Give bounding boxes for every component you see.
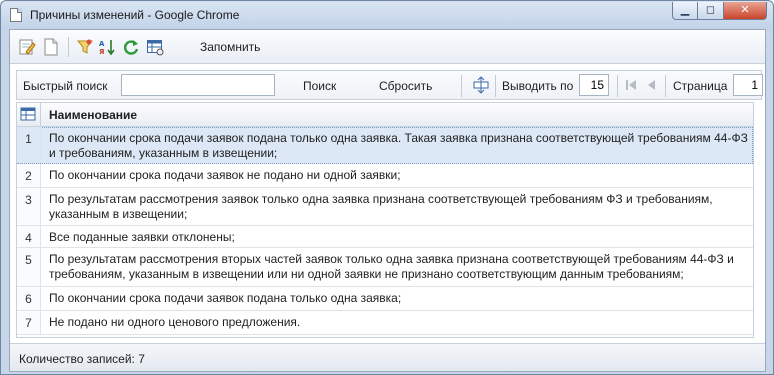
search-separator	[495, 75, 496, 97]
page-input[interactable]	[733, 74, 763, 96]
table-header: Наименование	[17, 103, 753, 127]
quick-search-input[interactable]	[121, 74, 275, 96]
columns-icon[interactable]	[472, 76, 490, 94]
maximize-button[interactable]: ◻	[698, 2, 724, 20]
row-text: Не подано ни одного ценового предложения…	[49, 315, 301, 329]
filter-icon[interactable]	[76, 38, 94, 56]
page-label: Страница	[673, 79, 728, 93]
row-text: По результатам рассмотрения вторых часте…	[49, 252, 734, 281]
row-number: 1	[17, 127, 41, 163]
table-row[interactable]: 2 По окончании срока подачи заявок не по…	[17, 164, 753, 188]
table-settings-icon[interactable]	[146, 38, 164, 56]
edit-icon[interactable]	[18, 38, 36, 56]
quick-search-label: Быстрый поиск	[23, 79, 108, 93]
table-row[interactable]: 5 По результатам рассмотрения вторых час…	[17, 248, 753, 287]
table-row[interactable]: 6 По окончании срока подачи заявок подан…	[17, 287, 753, 311]
row-text: По результатам рассмотрения заявок тольк…	[49, 192, 713, 221]
row-number: 2	[17, 164, 41, 187]
page-icon	[10, 8, 22, 22]
table-row[interactable]: 7 Не подано ни одного ценового предложен…	[17, 311, 753, 335]
reasons-table: Наименование 1 По окончании срока подачи…	[16, 102, 754, 338]
row-number: 5	[17, 248, 41, 286]
row-number: 7	[17, 311, 41, 334]
previous-page-icon[interactable]	[645, 78, 663, 96]
per-page-input[interactable]	[579, 74, 609, 96]
column-header-name[interactable]: Наименование	[49, 108, 137, 122]
row-text: По окончании срока подачи заявок подана …	[49, 291, 402, 305]
table-row[interactable]: 4 Все поданные заявки отклонены;	[17, 226, 753, 248]
svg-text:A: A	[99, 40, 105, 48]
minimize-button[interactable]: ▁	[672, 2, 698, 20]
row-number: 4	[17, 226, 41, 247]
row-text: Все поданные заявки отклонены;	[49, 230, 235, 244]
per-page-label: Выводить по	[502, 79, 574, 93]
row-number: 3	[17, 188, 41, 225]
search-separator	[617, 75, 618, 97]
record-count: Количество записей: 7	[19, 352, 145, 366]
dialog-content: AЯ Запомнить Быстрый поиск Поиск Сбросит…	[9, 29, 766, 372]
first-page-icon[interactable]	[624, 78, 642, 96]
table-row[interactable]: 3 По результатам рассмотрения заявок тол…	[17, 188, 753, 226]
search-button[interactable]: Поиск	[303, 79, 336, 93]
window-title: Причины изменений - Google Chrome	[30, 8, 240, 22]
search-separator	[461, 75, 462, 97]
search-separator	[665, 75, 666, 97]
remember-button[interactable]: Запомнить	[200, 40, 260, 54]
row-text: По окончании срока подачи заявок не пода…	[49, 168, 401, 182]
toolbar-separator	[68, 37, 69, 57]
row-number: 6	[17, 287, 41, 310]
window-controls: ▁ ◻ ✕	[672, 2, 767, 20]
sort-icon[interactable]: AЯ	[98, 38, 116, 56]
svg-text:Я: Я	[99, 48, 104, 56]
status-bar: Количество записей: 7	[10, 343, 765, 371]
title-bar[interactable]: Причины изменений - Google Chrome ▁ ◻ ✕	[1, 1, 773, 29]
browser-window: Причины изменений - Google Chrome ▁ ◻ ✕ …	[0, 0, 774, 375]
new-document-icon[interactable]	[42, 38, 60, 56]
refresh-icon[interactable]	[122, 38, 140, 56]
reset-button[interactable]: Сбросить	[379, 79, 432, 93]
table-settings-corner[interactable]	[17, 103, 41, 126]
toolbar: AЯ Запомнить	[10, 30, 765, 64]
row-text: По окончании срока подачи заявок подана …	[49, 131, 748, 160]
close-button[interactable]: ✕	[724, 2, 767, 20]
search-bar: Быстрый поиск Поиск Сбросить Выводить по…	[16, 70, 763, 100]
table-row[interactable]: 1 По окончании срока подачи заявок подан…	[17, 127, 753, 164]
